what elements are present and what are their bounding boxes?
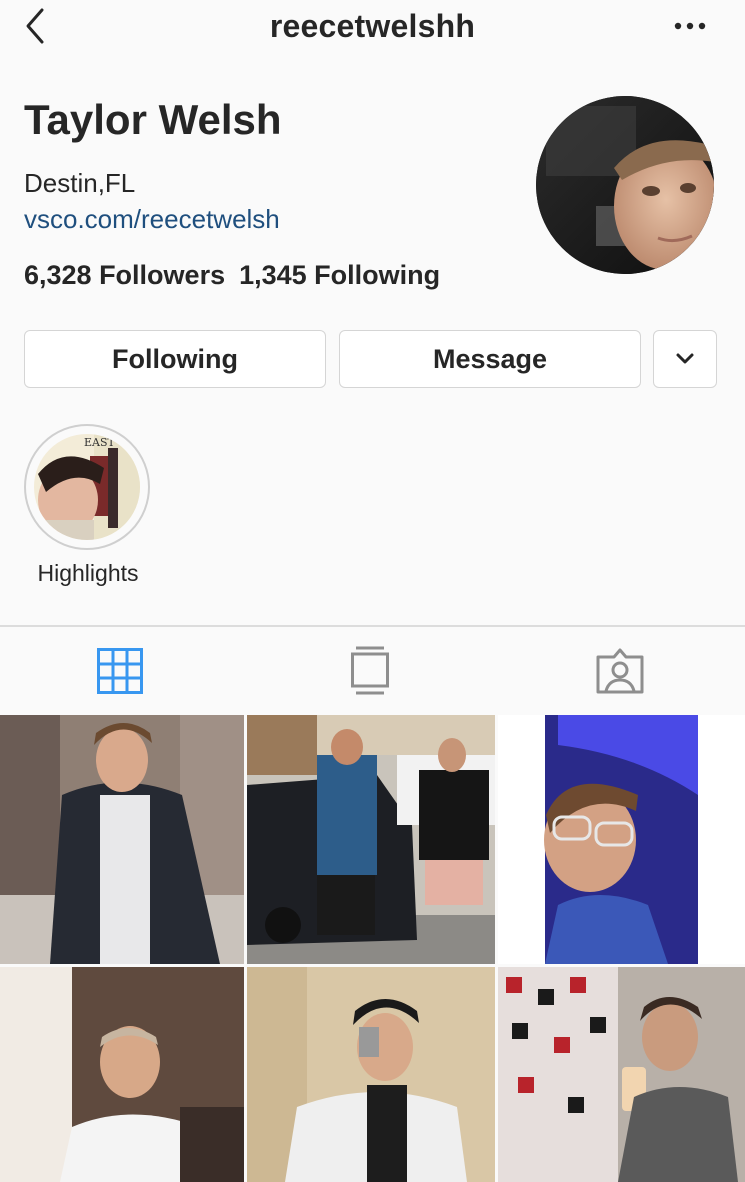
profile-username: reecetwelshh bbox=[269, 8, 476, 44]
post-thumbnail[interactable] bbox=[247, 967, 495, 1182]
posts-grid bbox=[0, 715, 745, 1182]
feed-icon bbox=[351, 646, 389, 695]
post-thumbnail[interactable] bbox=[0, 715, 244, 964]
tagged-icon bbox=[596, 648, 644, 694]
more-horizontal-icon bbox=[674, 22, 706, 30]
suggested-dropdown-button[interactable] bbox=[653, 330, 717, 388]
grid-icon bbox=[97, 648, 143, 694]
highlight-label: Highlights bbox=[37, 560, 139, 586]
tab-feed[interactable] bbox=[340, 643, 400, 699]
post-thumbnail[interactable] bbox=[247, 715, 495, 964]
post-photo bbox=[498, 715, 745, 964]
profile-stats: 6,328 Followers 1,345 Following bbox=[24, 260, 440, 291]
post-photo bbox=[498, 967, 745, 1182]
profile-tabs bbox=[0, 627, 745, 715]
svg-text:EAST: EAST bbox=[84, 436, 116, 449]
post-photo bbox=[247, 967, 495, 1182]
chevron-down-icon bbox=[676, 353, 694, 364]
story-highlight[interactable]: EAST bbox=[24, 424, 150, 550]
highlight-cover: EAST bbox=[34, 434, 140, 540]
post-photo bbox=[0, 967, 244, 1182]
followers-count[interactable]: 6,328 Followers bbox=[24, 260, 225, 290]
following-button-label: Following bbox=[112, 343, 238, 374]
post-thumbnail[interactable] bbox=[0, 967, 244, 1182]
post-thumbnail[interactable] bbox=[498, 967, 745, 1182]
post-thumbnail[interactable] bbox=[498, 715, 745, 964]
more-options-button[interactable] bbox=[672, 16, 708, 36]
following-count[interactable]: 1,345 Following bbox=[239, 260, 440, 290]
following-button[interactable]: Following bbox=[24, 330, 326, 388]
message-button-label: Message bbox=[432, 343, 548, 374]
profile-location: Destin,FL bbox=[24, 168, 136, 198]
message-button[interactable]: Message bbox=[339, 330, 641, 388]
highlight-photo: EAST bbox=[34, 434, 140, 540]
profile-website-link[interactable]: vsco.com/reecetwelsh bbox=[24, 204, 280, 235]
avatar-photo bbox=[536, 96, 714, 274]
top-bar: reecetwelshh bbox=[0, 0, 745, 54]
tab-grid[interactable] bbox=[90, 643, 150, 699]
profile-name: Taylor Welsh bbox=[24, 96, 282, 143]
post-photo bbox=[247, 715, 495, 964]
tab-tagged[interactable] bbox=[590, 643, 650, 699]
post-photo bbox=[0, 715, 244, 964]
profile-avatar[interactable] bbox=[536, 96, 714, 274]
